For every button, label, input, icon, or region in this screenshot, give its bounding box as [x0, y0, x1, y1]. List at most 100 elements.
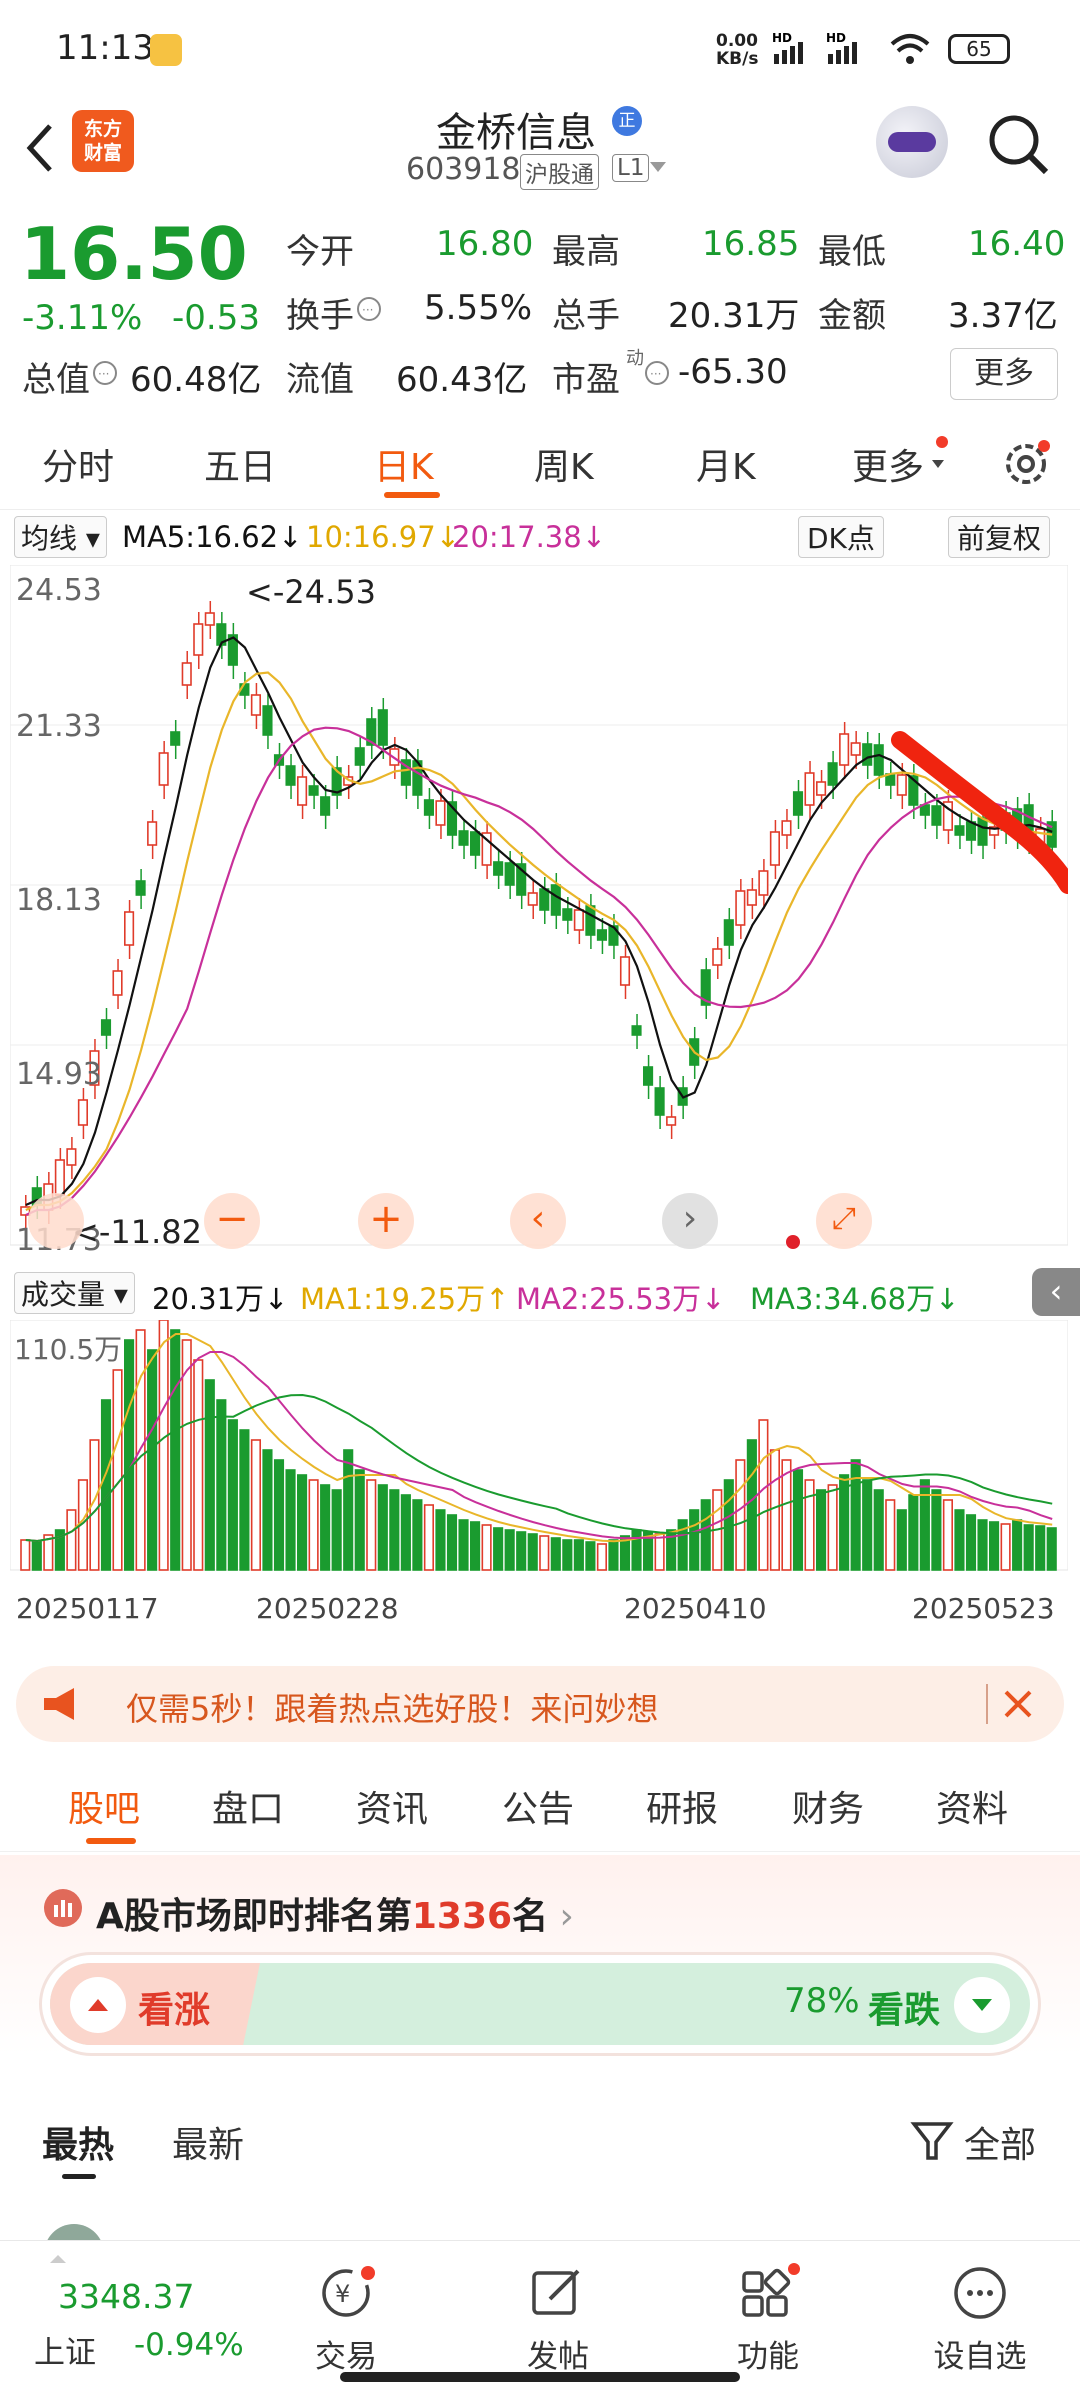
tab-announcements[interactable]: 公告: [502, 1780, 574, 1832]
filter-all[interactable]: 全部: [964, 2116, 1036, 2168]
info-icon[interactable]: ···: [644, 360, 670, 386]
scroll-left-icon[interactable]: ‹: [510, 1193, 566, 1249]
dk-point-toggle[interactable]: DK点: [798, 516, 884, 558]
info-icon[interactable]: ···: [356, 296, 382, 322]
status-bar: 11:13 0.00 KB/s HD HD 65: [0, 0, 1080, 100]
zoom-out-icon[interactable]: −: [204, 1193, 260, 1249]
volume-bar: [700, 1499, 711, 1571]
index-name[interactable]: 上证: [34, 2327, 96, 2372]
price-adjust-toggle[interactable]: 前复权: [948, 516, 1051, 558]
rank-text[interactable]: A股市场即时排名第1336名 ›: [96, 1887, 574, 1939]
rise-button-icon[interactable]: [70, 1977, 126, 2033]
volume-selector[interactable]: 成交量 ▾: [14, 1272, 135, 1314]
volume-bar: [942, 1499, 954, 1571]
post-label[interactable]: 发帖: [518, 2331, 598, 2376]
tab-pankou[interactable]: 盘口: [212, 1780, 284, 1832]
volume-label: 总手: [552, 296, 620, 336]
pe-value: -65.30: [678, 352, 788, 392]
ai-promo-banner[interactable]: 仅需5秒！跟着热点选好股！来问妙想: [16, 1666, 1064, 1742]
index-value[interactable]: 3348.37: [58, 2277, 194, 2316]
pe-type: 动: [626, 348, 644, 369]
tab-more[interactable]: 更多: [852, 438, 924, 490]
tab-guba[interactable]: 股吧: [68, 1780, 140, 1832]
candle-body: [827, 762, 838, 786]
apps-icon[interactable]: [736, 2263, 800, 2323]
candle-body: [758, 870, 769, 896]
add-watchlist-label[interactable]: 设自选: [920, 2331, 1040, 2376]
volume-chart[interactable]: 110.5万: [9, 1319, 1069, 1575]
tab-hottest[interactable]: 最热: [42, 2116, 114, 2168]
volume-bar: [585, 1541, 596, 1571]
tab-news[interactable]: 资讯: [356, 1780, 428, 1832]
volume-bar: [746, 1439, 757, 1571]
divider: [986, 1684, 988, 1724]
tab-latest[interactable]: 最新: [172, 2116, 244, 2168]
tab-intraday[interactable]: 分时: [42, 438, 114, 490]
collapse-panel-icon[interactable]: ‹: [1032, 1268, 1080, 1316]
float-value: 60.43亿: [396, 360, 528, 400]
compose-icon[interactable]: [528, 2263, 588, 2323]
candle-body: [158, 752, 169, 786]
rise-label[interactable]: 看涨: [138, 1981, 210, 2033]
fall-button-icon[interactable]: [954, 1977, 1010, 2033]
info-icon[interactable]: ···: [92, 360, 118, 386]
expand-icon[interactable]: [50, 2255, 66, 2263]
volume-bar: [423, 1504, 434, 1571]
gear-icon[interactable]: [1000, 436, 1054, 490]
volume-bar: [331, 1489, 342, 1571]
candle-body: [954, 825, 965, 836]
candle-body: [250, 694, 262, 716]
volume-bar: [504, 1529, 515, 1571]
candle-body: [573, 909, 584, 931]
scroll-right-icon[interactable]: ›: [662, 1193, 718, 1249]
trade-icon[interactable]: ¥: [316, 2263, 376, 2323]
filter-icon[interactable]: [910, 2120, 954, 2164]
candle-body: [712, 948, 723, 966]
function-label[interactable]: 功能: [728, 2331, 808, 2376]
tab-profile[interactable]: 资料: [936, 1780, 1008, 1832]
hd-label-2: HD: [826, 31, 846, 45]
robot-assistant-icon[interactable]: [876, 106, 948, 178]
period-tabs: 分时 五日 日K 周K 月K 更多: [0, 420, 1080, 510]
candle-body: [619, 956, 631, 986]
candle-body: [112, 970, 123, 996]
net-speed-unit: KB/s: [716, 49, 759, 69]
candle-body: [562, 908, 573, 921]
tab-five-day[interactable]: 五日: [204, 438, 276, 490]
candle-body: [539, 888, 550, 911]
volume-bar: [366, 1479, 377, 1571]
k-line-chart[interactable]: 24.53 21.33 18.13 14.93 11.73 <-24.53 <-…: [9, 564, 1077, 1265]
candle-body: [504, 862, 515, 886]
content-tabs: 股吧 盘口 资讯 公告 研报 财务 资料: [0, 1760, 1080, 1852]
event-dot: [786, 1235, 800, 1249]
ma-selector[interactable]: 均线 ▾: [14, 516, 107, 558]
ma20-value: 20:17.38↓: [452, 520, 606, 554]
volume-bar: [216, 1399, 227, 1571]
search-icon[interactable]: [984, 110, 1054, 180]
more-button[interactable]: 更多: [950, 348, 1058, 400]
tab-monthly-k[interactable]: 月K: [696, 438, 756, 490]
more-dots-icon[interactable]: [950, 2263, 1010, 2323]
close-icon[interactable]: [1000, 1686, 1036, 1722]
back-arrow-icon[interactable]: [20, 118, 60, 178]
tab-weekly-k[interactable]: 周K: [534, 438, 594, 490]
index-change[interactable]: -0.94%: [134, 2327, 244, 2363]
stock-name: 金桥信息: [436, 110, 596, 156]
eastmoney-logo[interactable]: 东方 财富: [72, 110, 134, 172]
volume-bar: [147, 1349, 158, 1571]
reset-icon[interactable]: [28, 1193, 84, 1249]
volume-bar: [527, 1533, 538, 1571]
tab-daily-k[interactable]: 日K: [374, 438, 434, 490]
zoom-in-icon[interactable]: +: [358, 1193, 414, 1249]
volume-bar: [896, 1509, 907, 1571]
trade-label[interactable]: 交易: [306, 2331, 386, 2376]
chevron-down-icon[interactable]: [648, 160, 668, 176]
svg-text:¥: ¥: [335, 2280, 350, 2308]
tab-finance[interactable]: 财务: [792, 1780, 864, 1832]
fullscreen-icon[interactable]: ⤢: [816, 1193, 872, 1249]
fall-label[interactable]: 看跌: [868, 1981, 940, 2033]
candle-body: [781, 820, 792, 836]
volume-bar: [239, 1429, 250, 1571]
volume-bar: [100, 1399, 112, 1571]
tab-research[interactable]: 研报: [646, 1780, 718, 1832]
